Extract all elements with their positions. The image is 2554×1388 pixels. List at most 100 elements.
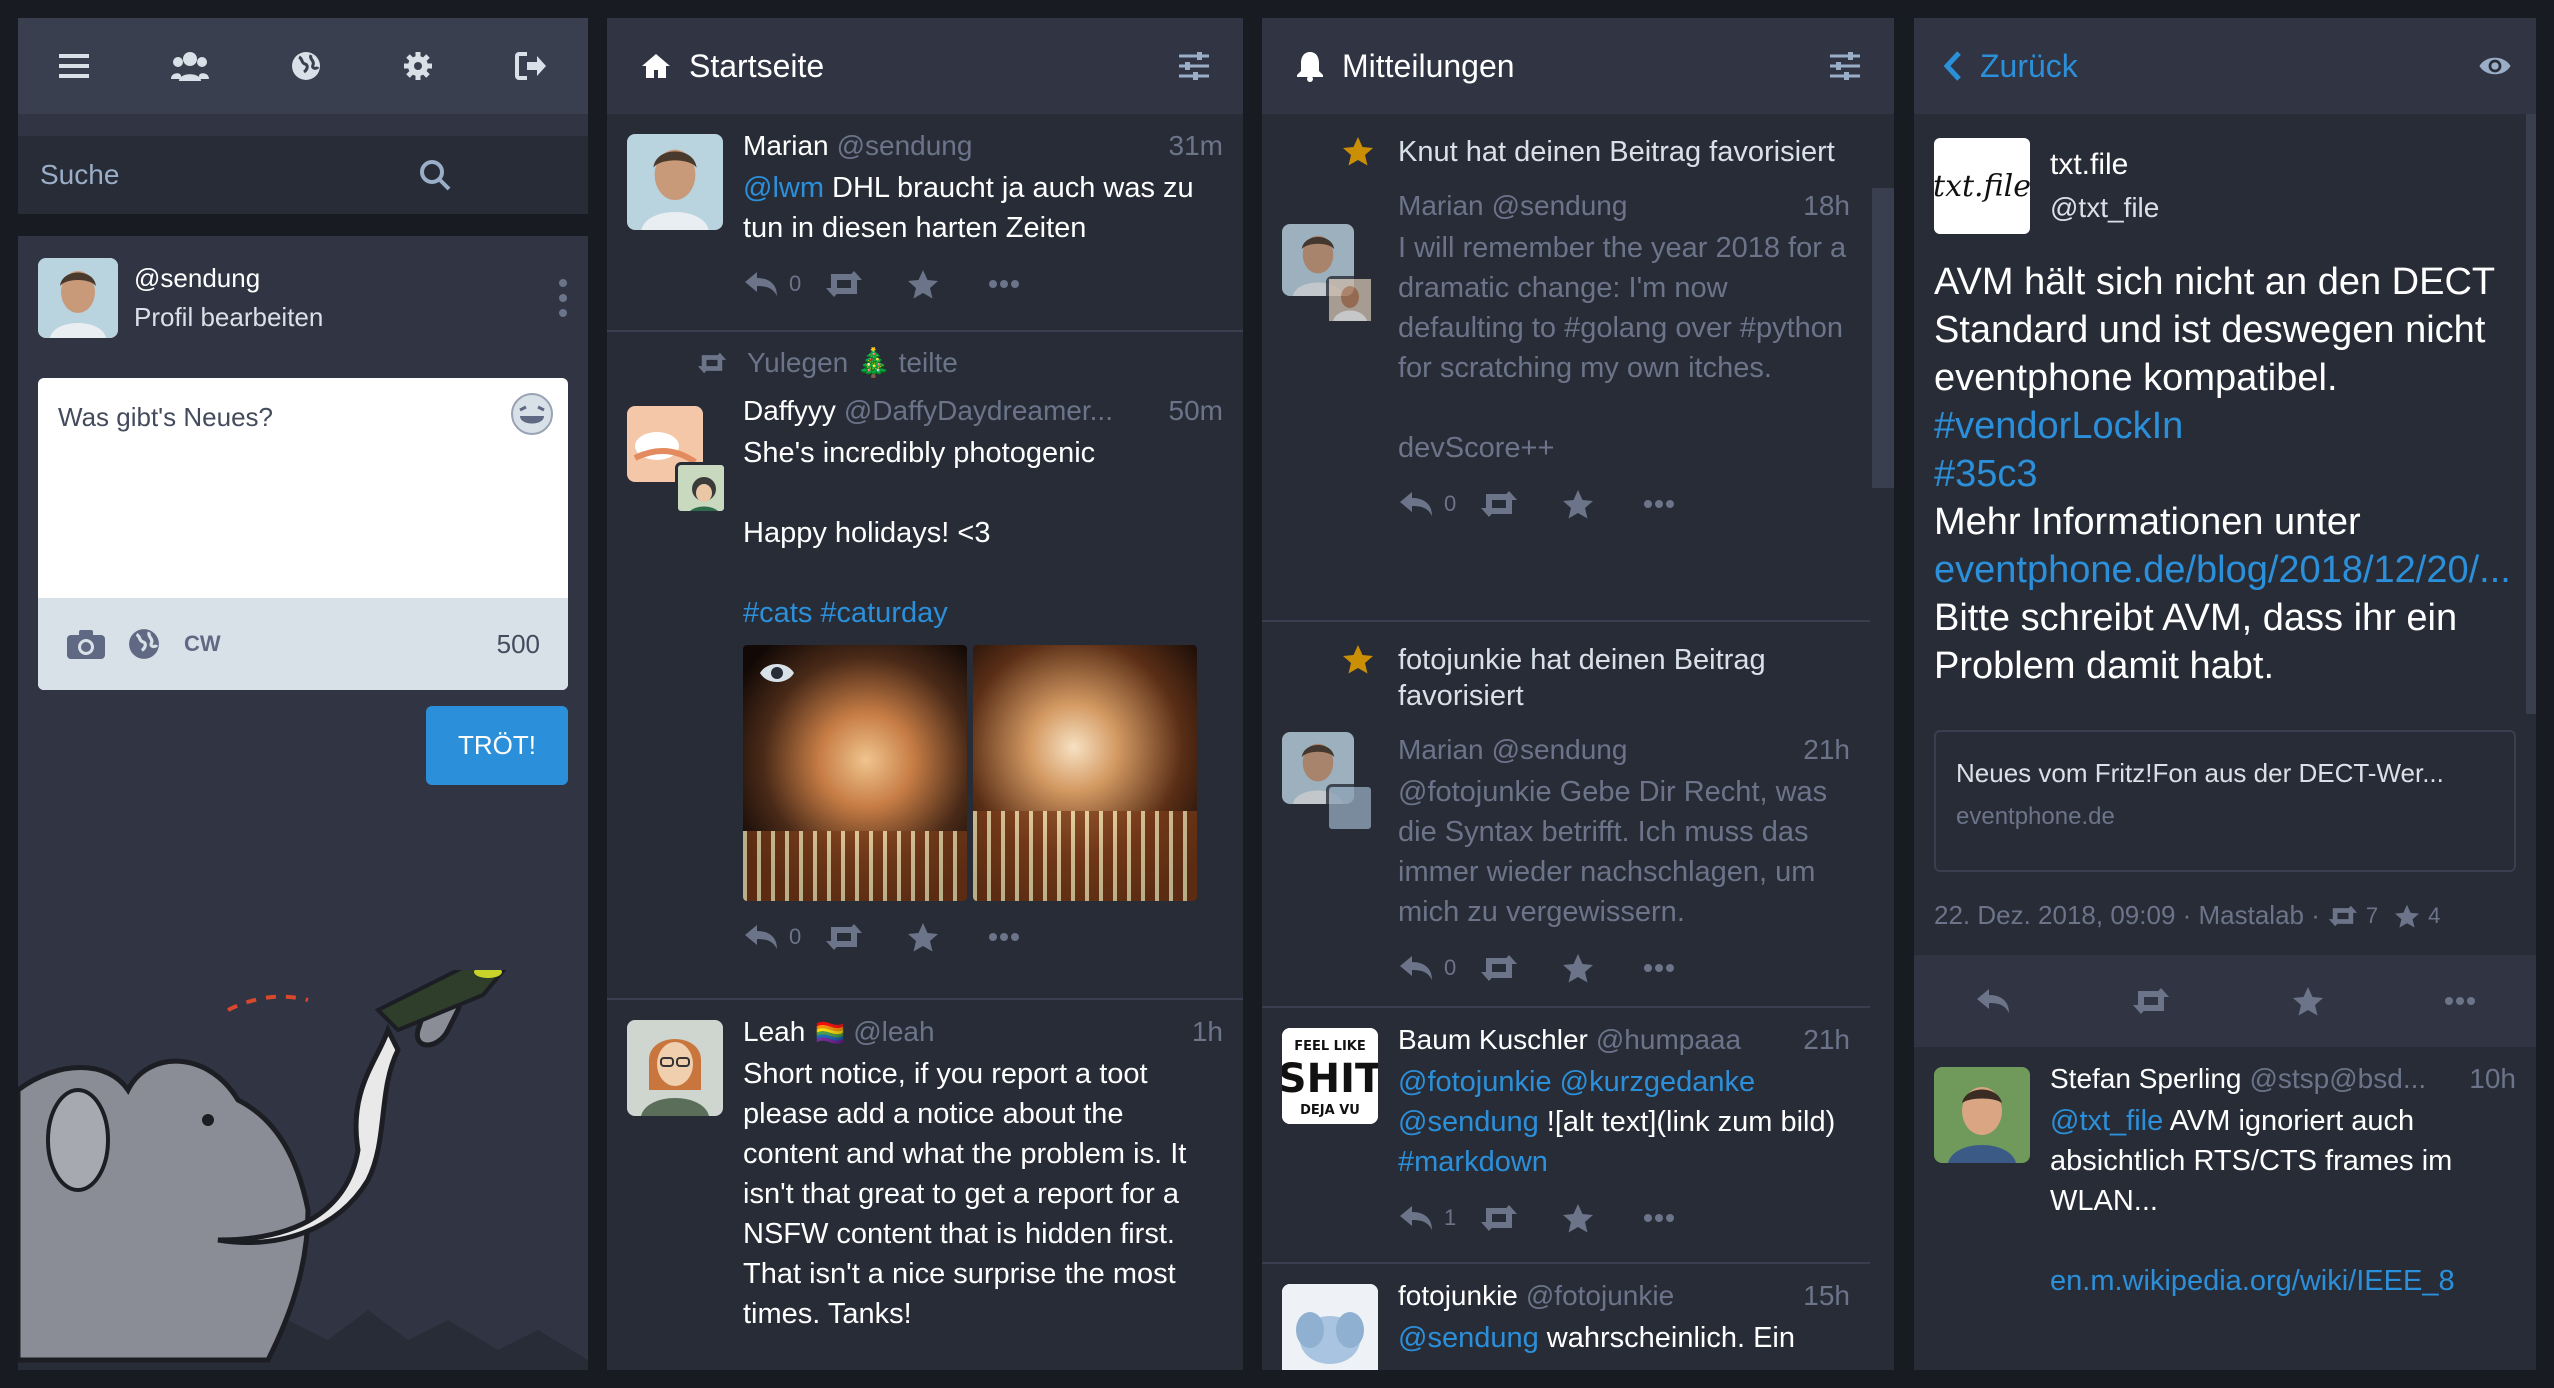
more-icon[interactable] bbox=[2445, 997, 2476, 1005]
display-name[interactable]: txt.file bbox=[2050, 148, 2159, 182]
reply-icon[interactable] bbox=[743, 270, 779, 298]
link-preview-card[interactable]: Neues vom Fritz!Fon aus der DECT-Wer... … bbox=[1934, 730, 2516, 872]
eye-icon[interactable] bbox=[2478, 55, 2512, 77]
scrollbar[interactable] bbox=[1872, 188, 1894, 488]
column-settings-icon[interactable] bbox=[1179, 52, 1209, 80]
mention-link[interactable]: @lwm bbox=[743, 172, 824, 204]
timestamp[interactable]: 21h bbox=[1803, 1024, 1850, 1056]
media-image[interactable] bbox=[743, 645, 967, 901]
column-header[interactable]: Zurück bbox=[1914, 18, 2536, 114]
toot-button[interactable]: TRÖT! bbox=[426, 706, 568, 785]
mention-links[interactable]: @fotojunkie @kurzgedanke bbox=[1398, 1066, 1755, 1098]
edit-profile-link[interactable]: Profil bearbeiten bbox=[134, 302, 558, 333]
boost-icon[interactable] bbox=[1480, 490, 1562, 518]
display-name[interactable]: Stefan Sperling bbox=[2050, 1063, 2241, 1095]
more-vertical-icon[interactable] bbox=[558, 278, 568, 318]
timestamp[interactable]: 31m bbox=[1169, 130, 1223, 162]
hashtag[interactable]: #35c3 bbox=[1934, 453, 2038, 495]
account-handle[interactable]: @fotojunkie bbox=[1526, 1280, 1795, 1312]
boost-icon[interactable] bbox=[2132, 987, 2170, 1015]
search-bar[interactable]: Suche bbox=[18, 136, 588, 214]
profile-handle[interactable]: @sendung bbox=[134, 263, 558, 294]
status[interactable]: Yulegen 🎄 teilte Daffyyy @DaffyDaydreamer… bbox=[607, 332, 1243, 1000]
chevron-left-icon[interactable] bbox=[1944, 51, 1962, 81]
notification[interactable]: Knut hat deinen Beitrag favorisiert Mari… bbox=[1262, 114, 1870, 622]
reply-icon[interactable] bbox=[1398, 490, 1434, 518]
favourite-icon[interactable] bbox=[1562, 1203, 1644, 1233]
timestamp-app[interactable]: 22. Dez. 2018, 09:09 · Mastalab · bbox=[1934, 900, 2320, 931]
display-name[interactable]: Marian bbox=[743, 130, 829, 162]
privacy-globe-icon[interactable] bbox=[128, 628, 160, 660]
column-header[interactable]: Startseite bbox=[607, 18, 1243, 114]
favourite-icon[interactable] bbox=[1562, 489, 1644, 519]
favourite-icon[interactable] bbox=[907, 269, 989, 299]
menu-icon[interactable] bbox=[59, 53, 89, 79]
reply-icon[interactable] bbox=[1398, 954, 1434, 982]
notification[interactable]: fotojunkie hat deinen Beitrag favorisier… bbox=[1262, 622, 1870, 1008]
camera-icon[interactable] bbox=[66, 628, 106, 660]
display-name[interactable]: fotojunkie bbox=[1398, 1280, 1518, 1312]
notification[interactable]: fotojunkie @fotojunkie 15h @sendung wahrsc… bbox=[1262, 1264, 1870, 1370]
search-icon[interactable] bbox=[303, 159, 566, 191]
timestamp[interactable]: 1h bbox=[1192, 1016, 1223, 1048]
globe-icon[interactable] bbox=[291, 51, 321, 81]
hashtag[interactable]: #vendorLockIn bbox=[1934, 405, 2183, 447]
booster-avatar[interactable] bbox=[675, 462, 727, 514]
timestamp[interactable]: 18h bbox=[1803, 190, 1850, 222]
avatar[interactable] bbox=[627, 1020, 723, 1116]
more-icon[interactable] bbox=[1644, 964, 1726, 972]
boost-icon[interactable] bbox=[1480, 1204, 1562, 1232]
favourite-icon[interactable] bbox=[907, 922, 989, 952]
reply-icon[interactable] bbox=[743, 923, 779, 951]
timestamp[interactable]: 50m bbox=[1169, 395, 1223, 427]
people-icon[interactable] bbox=[171, 51, 209, 81]
logout-icon[interactable] bbox=[515, 52, 547, 80]
notification[interactable]: FEEL LIKE SHIT DEJA VU Baum Kuschler @humpa… bbox=[1262, 1008, 1870, 1264]
mention-link[interactable]: @sendung bbox=[1398, 1322, 1539, 1354]
hashtags[interactable]: #cats #caturday bbox=[743, 593, 1223, 633]
avatar[interactable] bbox=[1282, 1284, 1378, 1370]
account-handle[interactable]: @sendung bbox=[1492, 734, 1796, 766]
favourite-icon[interactable] bbox=[2292, 986, 2324, 1016]
account-header[interactable]: txt.file txt.file @txt_file bbox=[1933, 138, 2516, 234]
emoji-picker-icon[interactable] bbox=[510, 392, 554, 436]
avatar[interactable] bbox=[38, 258, 118, 338]
mention-link[interactable]: @sendung bbox=[1398, 1106, 1539, 1138]
reply-icon[interactable] bbox=[1975, 987, 2011, 1015]
account-handle[interactable]: @leah bbox=[853, 1016, 1184, 1048]
scrollbar[interactable] bbox=[2526, 114, 2536, 714]
timestamp[interactable]: 15h bbox=[1803, 1280, 1850, 1312]
external-link[interactable]: eventphone.de/blog/2018/12/20/... bbox=[1934, 549, 2511, 591]
display-name[interactable]: Marian bbox=[1398, 734, 1484, 766]
boost-icon[interactable] bbox=[825, 270, 907, 298]
avatar[interactable] bbox=[1934, 1067, 2030, 1163]
boost-author[interactable]: Yulegen bbox=[747, 347, 848, 379]
account-handle[interactable]: @stsp@bsd... bbox=[2249, 1063, 2461, 1095]
display-name[interactable]: Marian bbox=[1398, 190, 1484, 222]
timestamp[interactable]: 10h bbox=[2469, 1063, 2516, 1095]
reply-status[interactable]: Stefan Sperling @stsp@bsd... 10h @txt_file… bbox=[1914, 1047, 2536, 1301]
media-image[interactable] bbox=[973, 645, 1197, 901]
timestamp[interactable]: 21h bbox=[1803, 734, 1850, 766]
avatar[interactable] bbox=[627, 134, 723, 230]
display-name[interactable]: Leah bbox=[743, 1016, 805, 1048]
account-handle[interactable]: @txt_file bbox=[2050, 192, 2159, 224]
hashtag[interactable]: #markdown bbox=[1398, 1146, 1548, 1178]
more-icon[interactable] bbox=[989, 933, 1071, 941]
mention-link[interactable]: @txt_file bbox=[2050, 1105, 2163, 1137]
avatar[interactable]: txt.file bbox=[1933, 138, 2031, 234]
account-handle[interactable]: @sendung bbox=[837, 130, 1161, 162]
reply-icon[interactable] bbox=[1398, 1204, 1434, 1232]
notifier-avatar[interactable] bbox=[1326, 276, 1374, 324]
boost-icon[interactable] bbox=[1480, 954, 1562, 982]
search-input[interactable]: Suche bbox=[40, 159, 303, 191]
external-link[interactable]: en.m.wikipedia.org/wiki/IEEE_8 bbox=[2050, 1261, 2516, 1301]
column-header[interactable]: Mitteilungen bbox=[1262, 18, 1894, 114]
eye-icon[interactable] bbox=[759, 661, 795, 685]
favourite-icon[interactable] bbox=[1562, 953, 1644, 983]
avatar[interactable]: FEEL LIKE SHIT DEJA VU bbox=[1282, 1028, 1378, 1124]
notifier-avatar[interactable] bbox=[1326, 784, 1374, 832]
gear-icon[interactable] bbox=[403, 51, 433, 81]
account-handle[interactable]: @humpaaa bbox=[1596, 1024, 1795, 1056]
column-settings-icon[interactable] bbox=[1830, 52, 1860, 80]
